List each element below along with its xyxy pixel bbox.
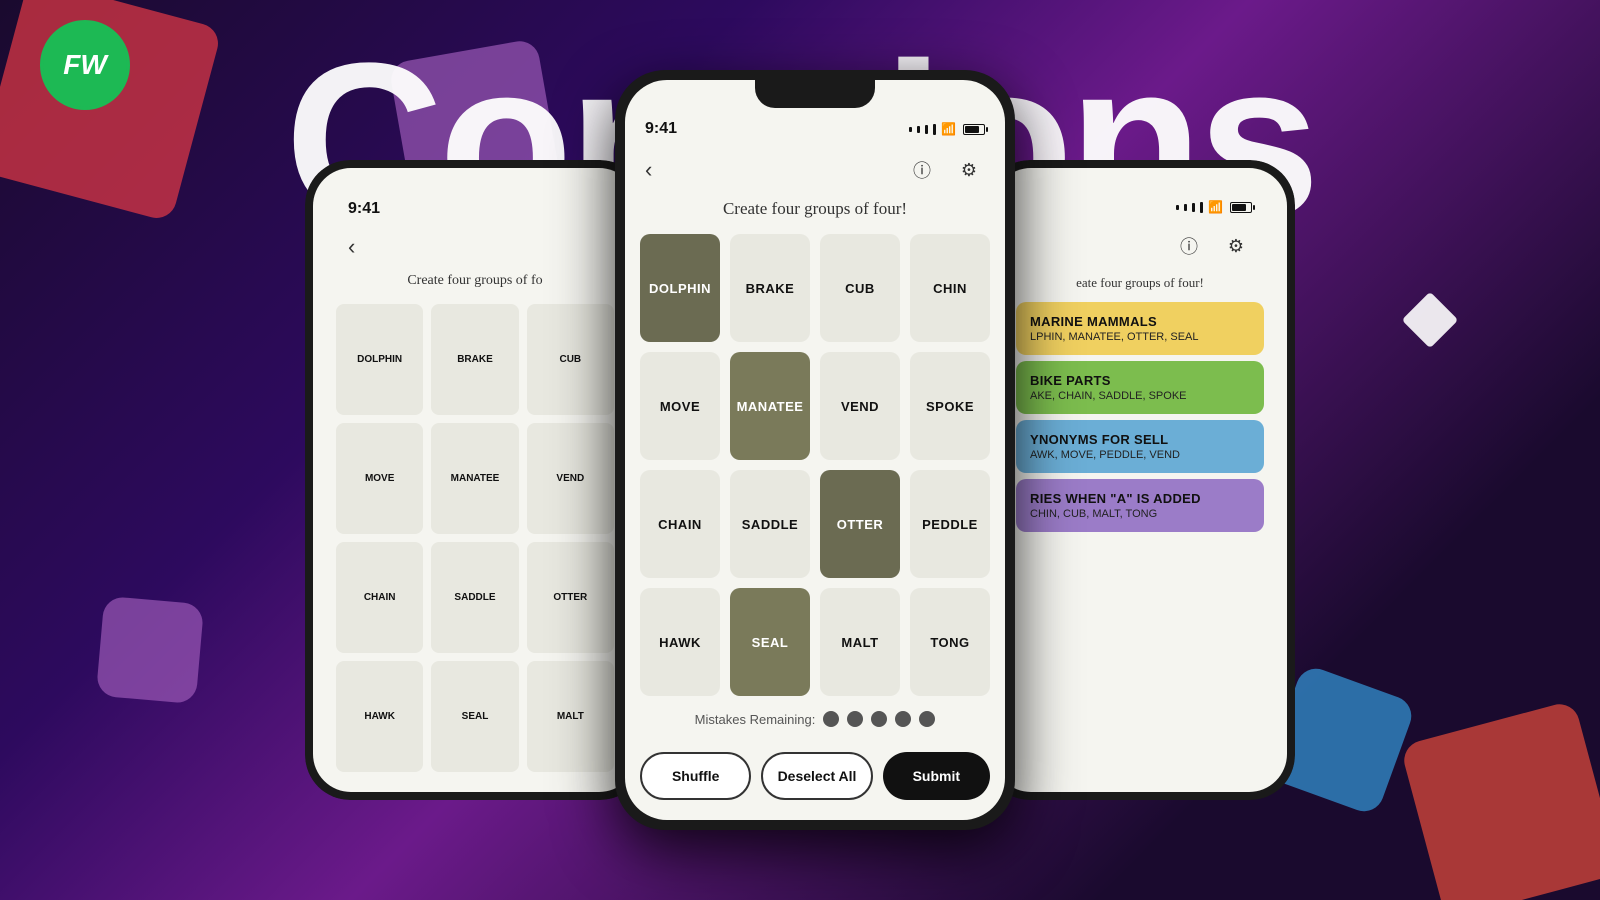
signal-1 <box>909 127 912 132</box>
nav-bar-center: ‹ ⓘ ⚙ <box>625 146 1005 194</box>
deselect-all-button[interactable]: Deselect All <box>761 752 872 800</box>
word-tile-center[interactable]: VEND <box>820 352 900 460</box>
word-tile-left[interactable]: VEND <box>527 423 614 534</box>
signal-3 <box>925 125 928 134</box>
word-tile-center[interactable]: MALT <box>820 588 900 696</box>
phones-container: 9:41 ‹ Create four groups of fo DOLPHINB… <box>0 0 1600 900</box>
back-icon-left[interactable]: ‹ <box>348 234 355 260</box>
signal-4 <box>933 124 936 135</box>
battery-icon <box>963 124 985 135</box>
word-tile-center[interactable]: BRAKE <box>730 234 810 342</box>
mistake-dot-2 <box>847 711 863 727</box>
phone-right: 📶 ⓘ ⚙ eate four groups of four! MARINE M… <box>985 160 1295 800</box>
signal-r4 <box>1200 202 1203 213</box>
wifi-icon: 📶 <box>941 122 956 136</box>
word-grid-center: DOLPHINBRAKECUBCHIN MOVEMANATEEVENDSPOKE C… <box>625 234 1005 696</box>
word-tile-center[interactable]: PEDDLE <box>910 470 990 578</box>
phone-center: 9:41 📶 ‹ ⓘ ⚙ <box>615 70 1015 830</box>
mistake-dot-3 <box>871 711 887 727</box>
word-tile-left[interactable]: BRAKE <box>431 304 518 415</box>
signal-2 <box>917 126 920 133</box>
signal-r1 <box>1176 205 1179 210</box>
result-card-title: YNONYMS FOR SELL <box>1030 432 1250 447</box>
status-bar-right: 📶 <box>1008 188 1272 222</box>
mistakes-label: Mistakes Remaining: <box>695 712 816 727</box>
result-card-title: MARINE MAMMALS <box>1030 314 1250 329</box>
subtitle-left: Create four groups of fo <box>328 273 622 289</box>
nav-bar-left: ‹ <box>328 226 622 268</box>
word-tile-center[interactable]: DOLPHIN <box>640 234 720 342</box>
word-tile-center[interactable]: CHIN <box>910 234 990 342</box>
word-tile-center[interactable]: TONG <box>910 588 990 696</box>
word-tile-left[interactable]: OTTER <box>527 542 614 653</box>
signal-r3 <box>1192 203 1195 212</box>
result-card-words: CHIN, CUB, MALT, TONG <box>1030 508 1250 520</box>
word-tile-center[interactable]: CUB <box>820 234 900 342</box>
notch <box>755 80 875 108</box>
help-icon-right[interactable]: ⓘ <box>1173 230 1205 262</box>
result-card-title: BIKE PARTS <box>1030 373 1250 388</box>
mistake-dot-5 <box>919 711 935 727</box>
battery-icon-right <box>1230 202 1252 213</box>
word-tile-center[interactable]: MANATEE <box>730 352 810 460</box>
mistake-dot-1 <box>823 711 839 727</box>
mistake-dot-4 <box>895 711 911 727</box>
nav-icons-right: ⓘ ⚙ <box>1173 230 1252 262</box>
phone-left-inner: 9:41 ‹ Create four groups of fo DOLPHINB… <box>313 168 637 792</box>
phone-left: 9:41 ‹ Create four groups of fo DOLPHINB… <box>305 160 645 800</box>
word-tile-left[interactable]: HAWK <box>336 661 423 772</box>
word-grid-left: DOLPHINBRAKECUB MOVEMANATEEVEND CHAINSADDL… <box>328 304 622 772</box>
help-icon[interactable]: ⓘ <box>906 154 938 186</box>
word-tile-left[interactable]: CHAIN <box>336 542 423 653</box>
submit-button[interactable]: Submit <box>883 752 990 800</box>
fw-logo-text: FW <box>63 49 107 81</box>
word-tile-left[interactable]: CUB <box>527 304 614 415</box>
word-tile-left[interactable]: SADDLE <box>431 542 518 653</box>
back-icon-center[interactable]: ‹ <box>645 157 652 183</box>
result-card-purple: RIES WHEN "A" IS ADDED CHIN, CUB, MALT, … <box>1016 479 1264 532</box>
phone-right-inner: 📶 ⓘ ⚙ eate four groups of four! MARINE M… <box>993 168 1287 792</box>
battery-tip <box>986 127 988 132</box>
nav-bar-right: ⓘ ⚙ <box>1008 222 1272 270</box>
subtitle-center: Create four groups of four! <box>625 199 1005 219</box>
nav-icons-center: ⓘ ⚙ <box>906 154 985 186</box>
battery-tip-right <box>1253 205 1255 210</box>
status-time-left: 9:41 <box>348 200 380 218</box>
word-tile-left[interactable]: MOVE <box>336 423 423 534</box>
result-card-blue: YNONYMS FOR SELL AWK, MOVE, PEDDLE, VEND <box>1016 420 1264 473</box>
status-icons-right: 📶 <box>1176 200 1252 214</box>
result-card-words: LPHIN, MANATEE, OTTER, SEAL <box>1030 331 1250 343</box>
word-tile-center[interactable]: MOVE <box>640 352 720 460</box>
result-card-yellow: MARINE MAMMALS LPHIN, MANATEE, OTTER, SE… <box>1016 302 1264 355</box>
word-tile-left[interactable]: MANATEE <box>431 423 518 534</box>
status-bar-left: 9:41 <box>328 188 622 226</box>
result-card-title: RIES WHEN "A" IS ADDED <box>1030 491 1250 506</box>
word-tile-left[interactable]: MALT <box>527 661 614 772</box>
word-tile-left[interactable]: SEAL <box>431 661 518 772</box>
word-tile-center[interactable]: SPOKE <box>910 352 990 460</box>
result-card-green: BIKE PARTS AKE, CHAIN, SADDLE, SPOKE <box>1016 361 1264 414</box>
shuffle-button[interactable]: Shuffle <box>640 752 751 800</box>
word-tile-center[interactable]: HAWK <box>640 588 720 696</box>
mistakes-row: Mistakes Remaining: <box>625 696 1005 742</box>
status-bar-center: 9:41 📶 <box>625 108 1005 146</box>
word-tile-center[interactable]: SADDLE <box>730 470 810 578</box>
phone-center-inner: 9:41 📶 ‹ ⓘ ⚙ <box>625 80 1005 820</box>
word-tile-left[interactable]: DOLPHIN <box>336 304 423 415</box>
word-tile-center[interactable]: OTTER <box>820 470 900 578</box>
word-tile-center[interactable]: CHAIN <box>640 470 720 578</box>
wifi-icon-right: 📶 <box>1208 200 1223 214</box>
status-icons-center: 📶 <box>909 122 985 136</box>
status-time-center: 9:41 <box>645 120 677 138</box>
result-cards: MARINE MAMMALS LPHIN, MANATEE, OTTER, SE… <box>1008 296 1272 538</box>
fw-logo: FW <box>40 20 130 110</box>
signal-r2 <box>1184 204 1187 211</box>
result-card-words: AWK, MOVE, PEDDLE, VEND <box>1030 449 1250 461</box>
bottom-buttons: Shuffle Deselect All Submit <box>625 742 1005 820</box>
settings-icon[interactable]: ⚙ <box>953 154 985 186</box>
result-card-words: AKE, CHAIN, SADDLE, SPOKE <box>1030 390 1250 402</box>
word-tile-center[interactable]: SEAL <box>730 588 810 696</box>
settings-icon-right[interactable]: ⚙ <box>1220 230 1252 262</box>
subtitle-right: eate four groups of four! <box>1008 270 1272 296</box>
